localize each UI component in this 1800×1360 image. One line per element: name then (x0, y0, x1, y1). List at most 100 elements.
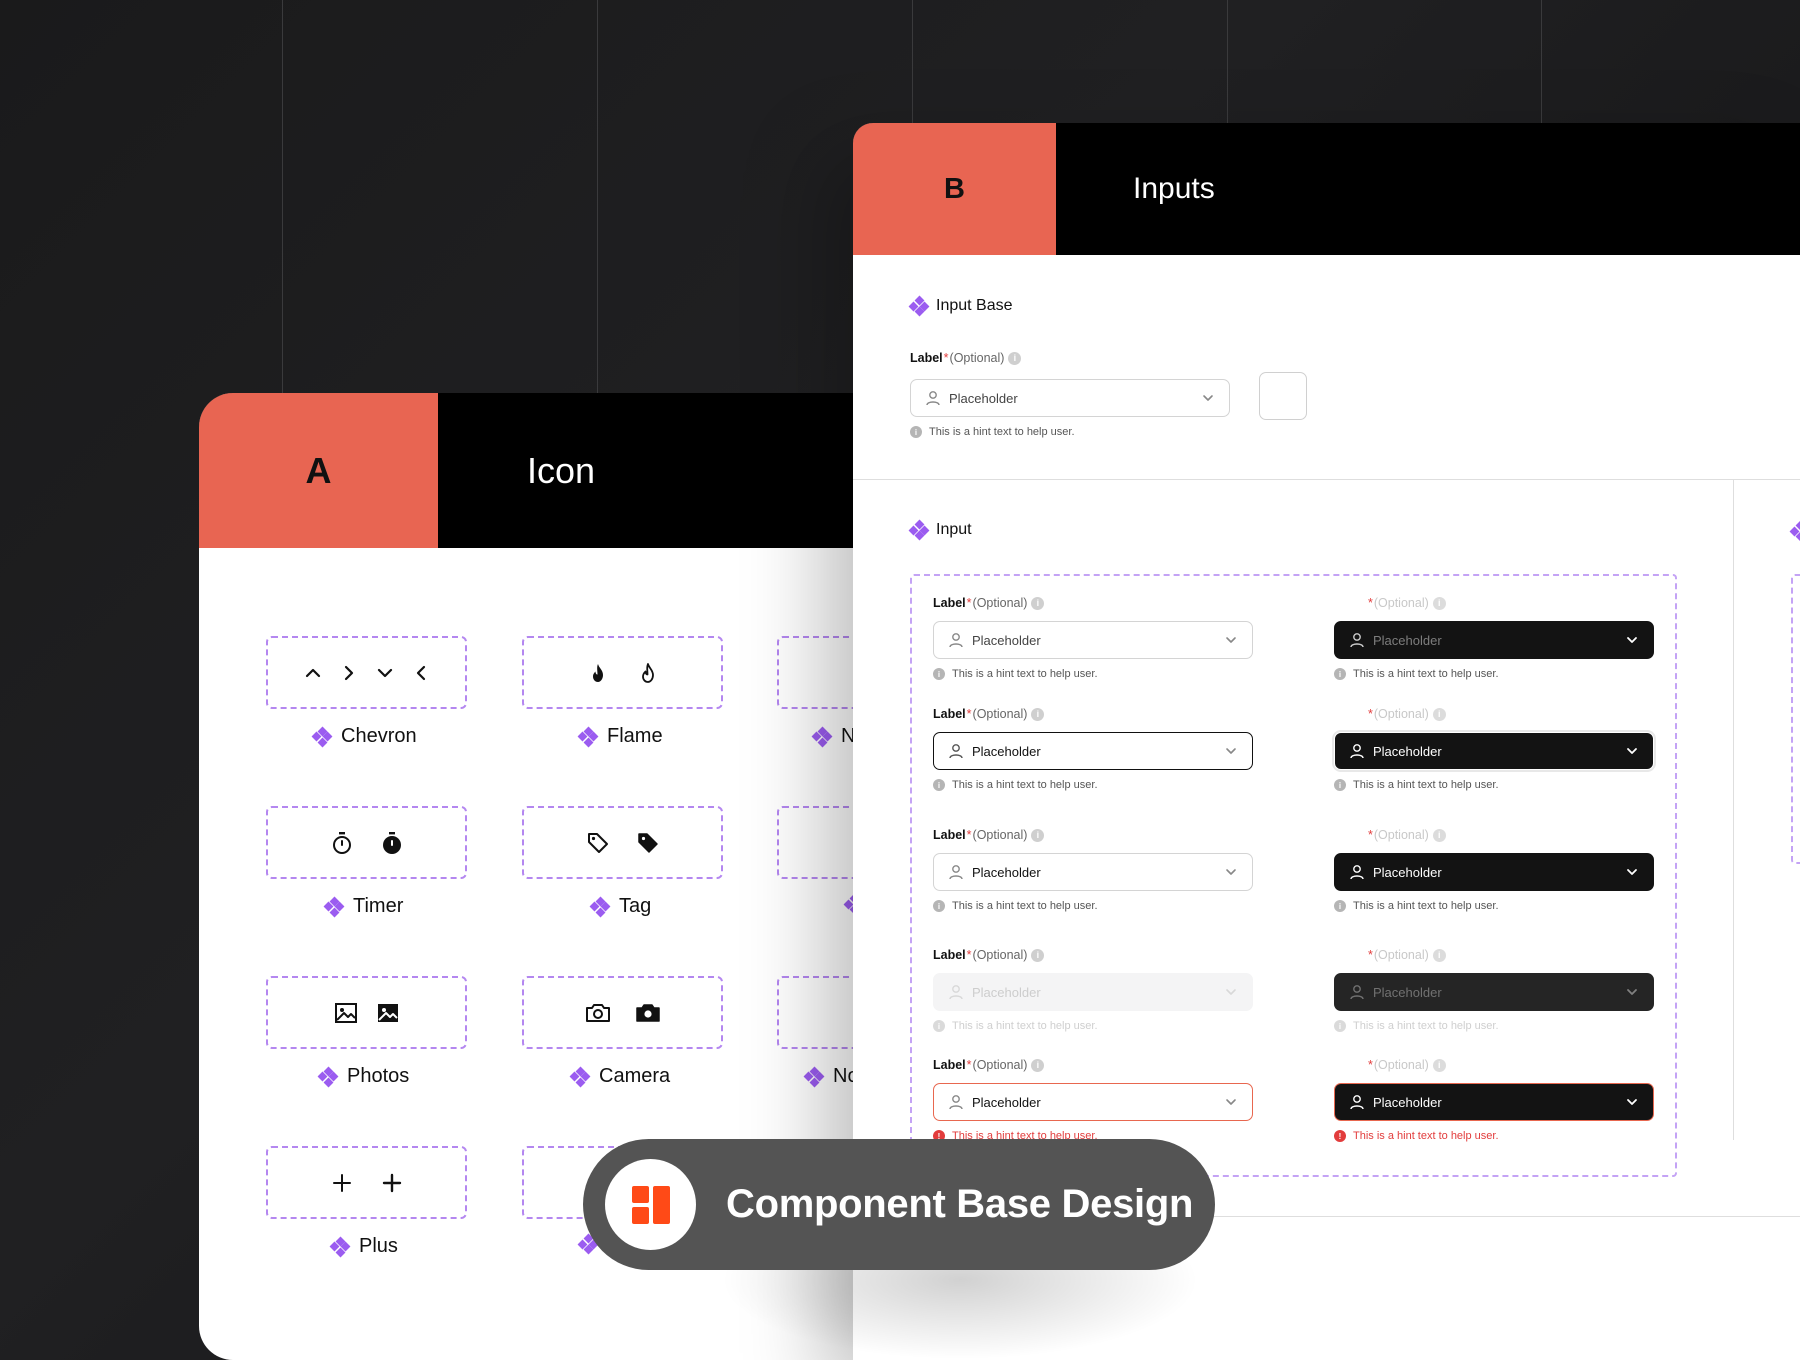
camera-icon-set[interactable] (522, 976, 723, 1049)
required-mark: * (1368, 596, 1373, 610)
placeholder-text: Placeholder (1373, 743, 1442, 759)
required-mark: * (966, 1058, 972, 1072)
chevron-left-icon (416, 665, 425, 680)
input-focused-light[interactable]: Placeholder (933, 732, 1253, 770)
timer-icon-set[interactable] (266, 806, 467, 879)
plus-bold-icon (382, 1173, 401, 1192)
info-icon: i (910, 426, 922, 438)
flame-label: Flame (577, 725, 663, 748)
input-default-light[interactable]: Placeholder (933, 621, 1253, 659)
icon-name: Photos (347, 1065, 410, 1087)
input-error-light[interactable]: Placeholder (933, 1083, 1253, 1121)
hint-label: This is a hint text to help user. (1353, 668, 1499, 680)
layout-blocks-icon (631, 1185, 670, 1224)
next-variants-frame (1791, 574, 1800, 864)
section-heading: Input (936, 521, 972, 538)
error-hint-text: ! This is a hint text to help user. (1334, 1130, 1499, 1142)
component-icon (329, 1236, 351, 1257)
input-disabled-dark: Placeholder (1334, 973, 1654, 1011)
input-filled-dark[interactable]: Placeholder (1334, 853, 1654, 891)
info-icon: i (1432, 1058, 1446, 1072)
component-icon (577, 726, 599, 747)
info-icon: i (1334, 668, 1346, 680)
input-base-field[interactable]: Placeholder (910, 379, 1230, 417)
photos-icon-set[interactable] (266, 976, 467, 1049)
user-icon (1350, 865, 1364, 880)
info-icon: i (1031, 596, 1045, 610)
info-icon: i (1031, 707, 1045, 721)
input-error-dark[interactable]: Placeholder (1334, 1083, 1654, 1121)
section-letter: A (305, 449, 332, 491)
timer-outline-icon (332, 831, 351, 854)
component-icon-edge (1789, 520, 1800, 545)
info-icon: i (1432, 948, 1446, 962)
placeholder-text: Placeholder (972, 984, 1041, 1000)
component-icon (589, 896, 611, 917)
section-title: Icon (527, 450, 596, 491)
chevron-icon-set[interactable] (266, 636, 467, 709)
required-mark: * (1368, 828, 1373, 842)
input-focused-dark[interactable]: Placeholder (1334, 732, 1654, 770)
info-icon: i (933, 668, 945, 680)
placeholder-text: Placeholder (972, 1094, 1041, 1110)
user-icon (949, 633, 963, 648)
column-divider (1733, 480, 1734, 1140)
user-icon (926, 391, 940, 406)
optional-text: (Optional) (1373, 948, 1429, 962)
optional-text: (Optional) (972, 1058, 1028, 1072)
required-mark: * (966, 707, 972, 721)
info-icon: i (1031, 1058, 1045, 1072)
hint-label: This is a hint text to help user. (952, 668, 1098, 680)
section-letter: B (944, 172, 965, 205)
flame-icon-set[interactable] (522, 636, 723, 709)
hint-label: This is a hint text to help user. (952, 1020, 1098, 1032)
chevron-label: Chevron (311, 725, 417, 748)
field-label: Label * (Optional) i (933, 828, 1045, 842)
user-icon (949, 865, 963, 880)
plus-icon-set[interactable] (266, 1146, 467, 1219)
field-label: Label * (Optional) i (933, 948, 1045, 962)
required-mark: * (966, 596, 972, 610)
label-text: Label (910, 351, 943, 365)
input-title: Input (908, 519, 972, 541)
info-icon: i (933, 779, 945, 791)
required-mark: * (943, 351, 949, 365)
input-default-dark[interactable]: Placeholder (1334, 621, 1654, 659)
chevron-down-icon (1226, 989, 1236, 995)
component-icon (908, 519, 930, 541)
component-base-design-badge: Component Base Design (583, 1139, 1215, 1270)
hint-label: This is a hint text to help user. (1353, 779, 1499, 791)
hint-label: This is a hint text to help user. (1353, 1020, 1499, 1032)
optional-text: (Optional) (1373, 596, 1429, 610)
info-icon: i (1334, 779, 1346, 791)
optional-text: (Optional) (972, 828, 1028, 842)
info-icon: i (1031, 948, 1045, 962)
optional-text: (Optional) (1373, 707, 1429, 721)
component-icon (317, 1066, 339, 1087)
brand-logo (605, 1159, 696, 1250)
hint-text: i This is a hint text to help user. (1334, 900, 1499, 912)
grid-line (282, 0, 283, 400)
field-label-dark: * (Optional) i (1367, 707, 1446, 721)
required-mark: * (1368, 1058, 1373, 1072)
optional-text: (Optional) (972, 596, 1028, 610)
label-text: Label (933, 948, 966, 962)
required-mark: * (1368, 707, 1373, 721)
field-label-dark: * (Optional) i (1367, 1058, 1446, 1072)
input-filled-light[interactable]: Placeholder (933, 853, 1253, 891)
error-icon: ! (1334, 1130, 1346, 1142)
field-label-dark: * (Optional) i (1367, 828, 1446, 842)
chevron-down-icon (1226, 1099, 1236, 1105)
section-letter-box: B (853, 123, 1056, 255)
user-icon (949, 744, 963, 759)
hint-label: This is a hint text to help user. (929, 426, 1075, 438)
chevron-down-icon (1226, 748, 1236, 754)
info-icon: i (933, 1020, 945, 1032)
optional-text: (Optional) (949, 351, 1005, 365)
hint-label: This is a hint text to help user. (952, 779, 1098, 791)
info-icon: i (1334, 900, 1346, 912)
hint-text: i This is a hint text to help user. (933, 1020, 1098, 1032)
timer-filled-icon (382, 831, 401, 854)
tag-icon-set[interactable] (522, 806, 723, 879)
tag-filled-icon (637, 832, 658, 853)
